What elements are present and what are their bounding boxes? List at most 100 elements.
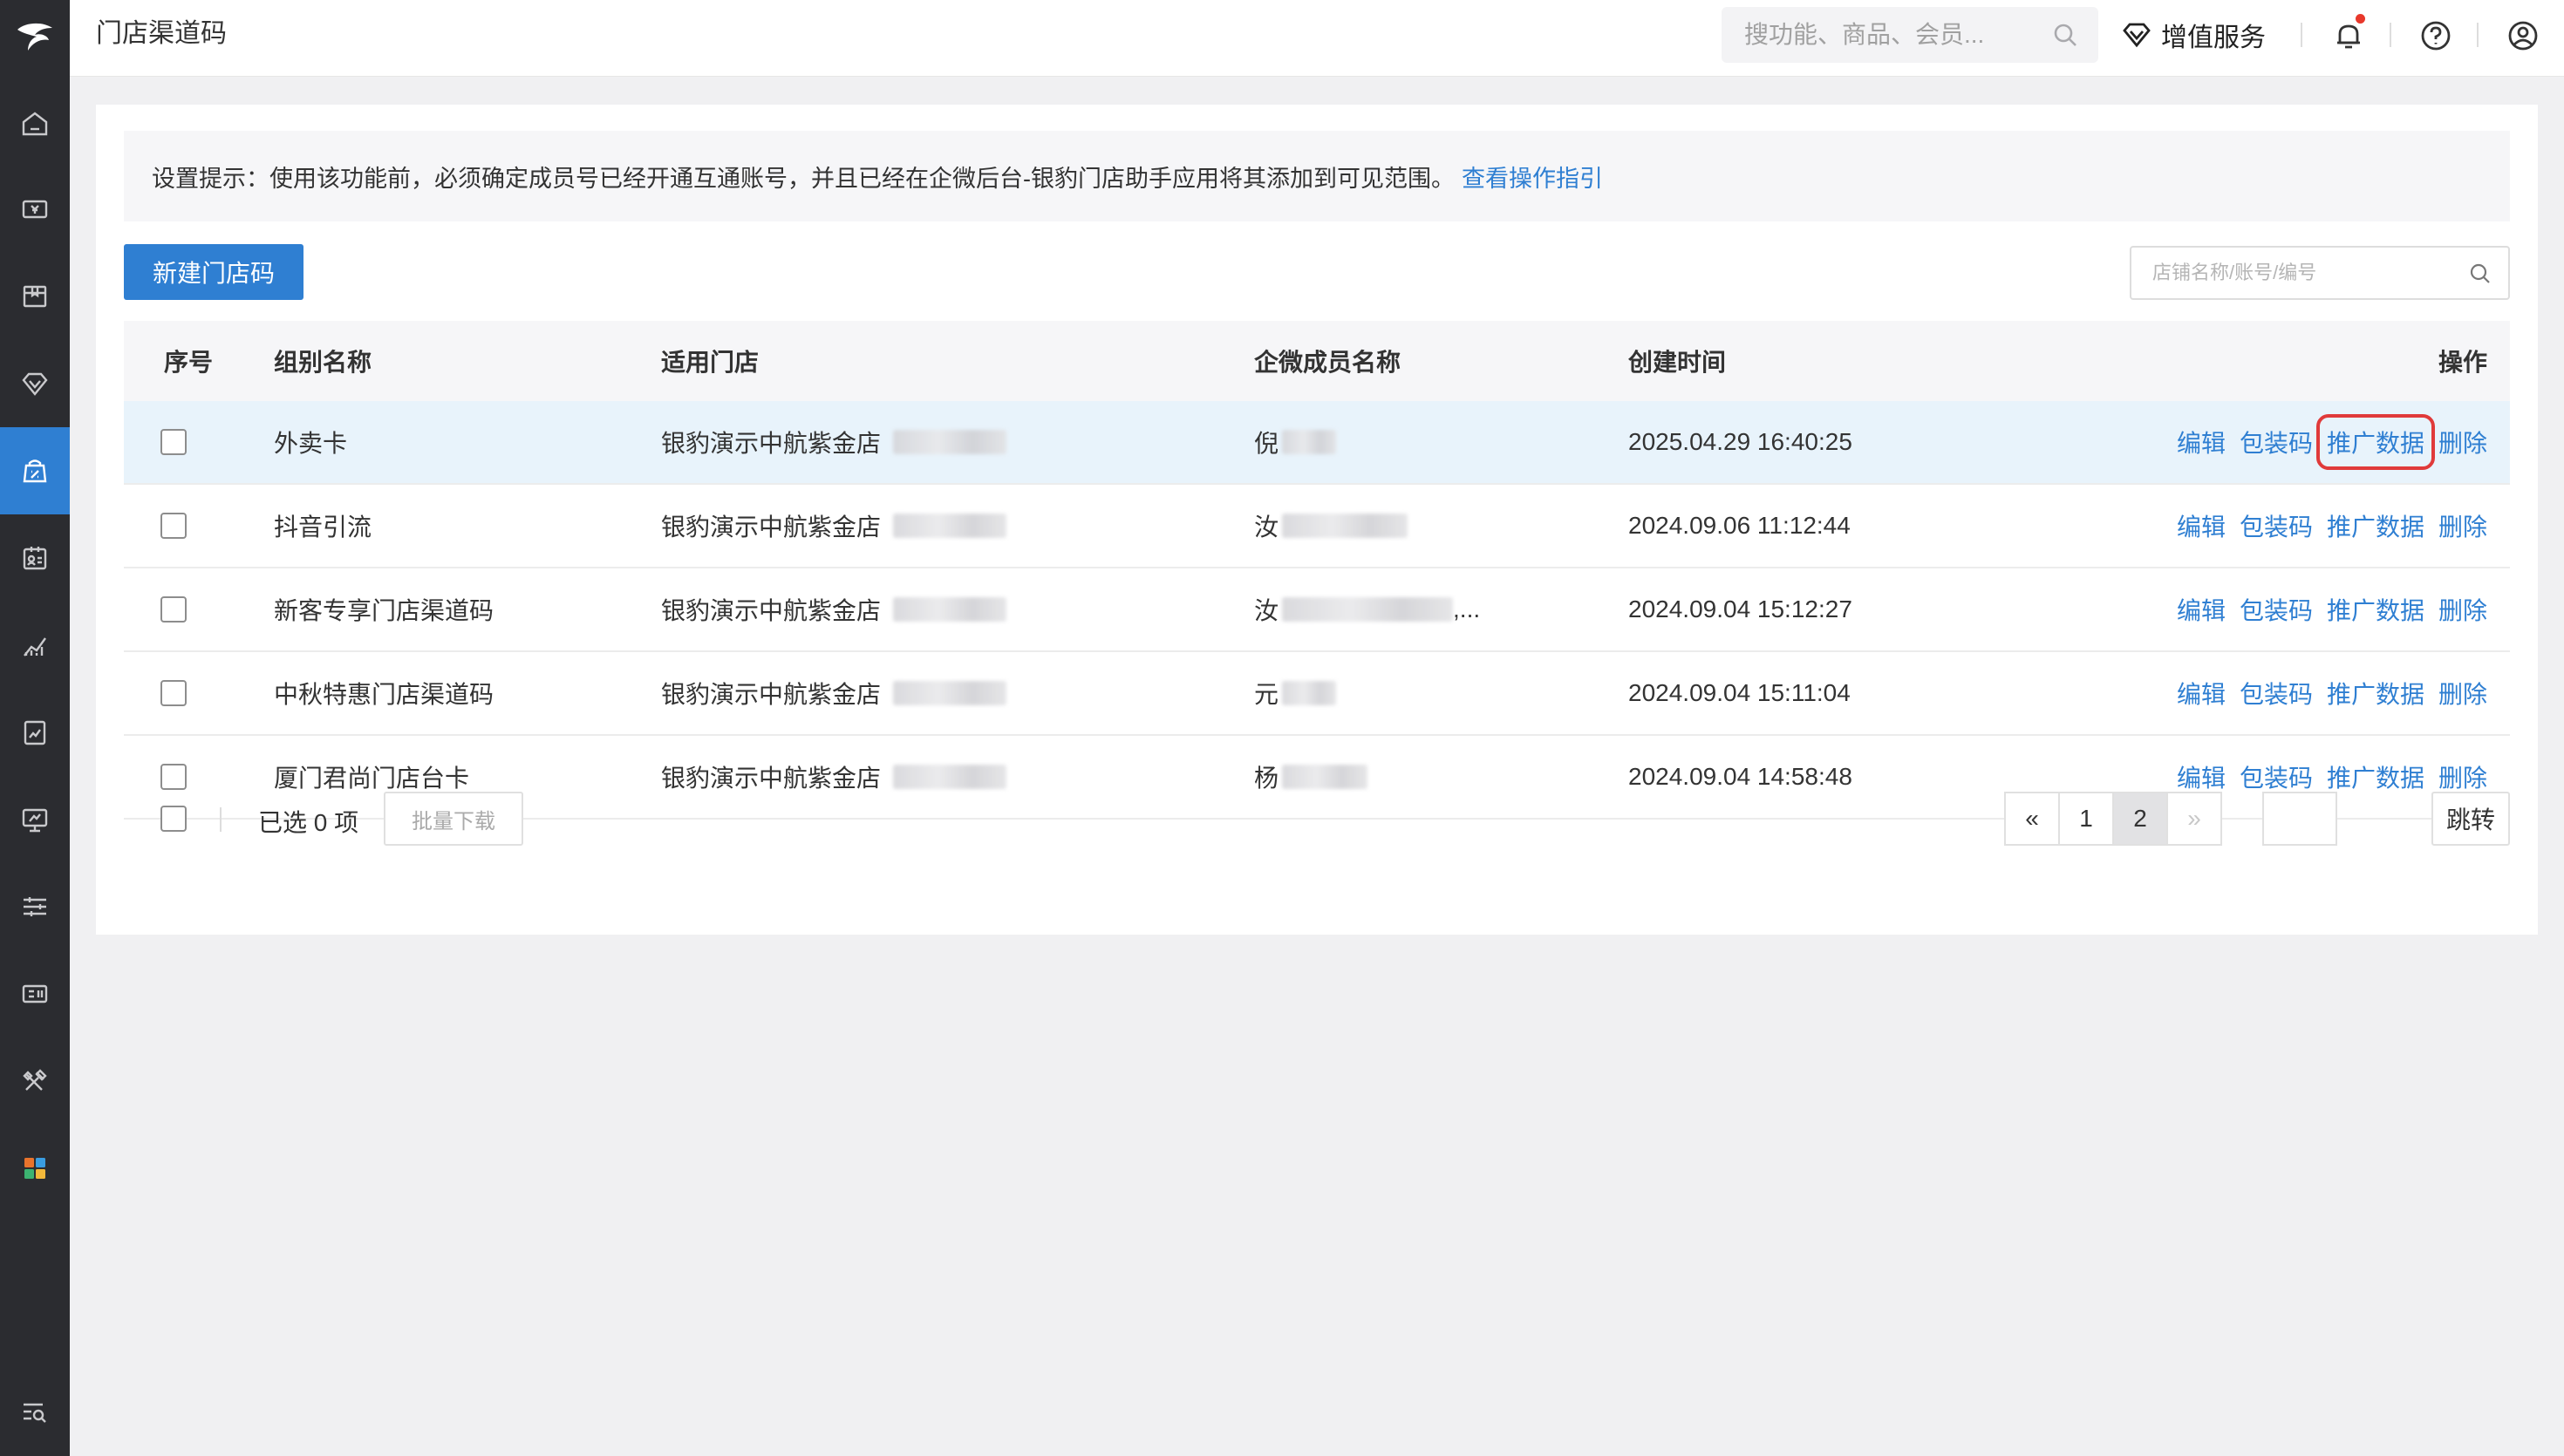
delete-link[interactable]: 删除 xyxy=(2438,592,2487,627)
delete-link[interactable]: 删除 xyxy=(2438,676,2487,711)
batch-download-button[interactable]: 批量下载 xyxy=(384,792,523,846)
header-operations: 操作 xyxy=(2438,349,2487,376)
group-name-cell: 抖音引流 xyxy=(274,514,372,541)
home-icon xyxy=(22,112,48,136)
search-icon[interactable] xyxy=(2468,262,2492,286)
package-code-link[interactable]: 包装码 xyxy=(2240,759,2313,794)
member-cell: 元 xyxy=(1254,652,1337,734)
operations-cell: 编辑 包装码 推广数据 删除 xyxy=(2177,485,2487,567)
created-time-cell: 2024.09.04 14:58:48 xyxy=(1628,763,1852,790)
delete-link[interactable]: 删除 xyxy=(2438,759,2487,794)
store-cell: 银豹演示中航紫金店 xyxy=(661,485,1007,567)
row-checkbox[interactable] xyxy=(160,680,187,706)
edit-link[interactable]: 编辑 xyxy=(2177,508,2226,543)
sidebar-item-settings[interactable] xyxy=(0,863,70,950)
redacted-text xyxy=(1282,430,1337,454)
product-box-icon xyxy=(23,285,47,308)
member-cell: 杨 xyxy=(1254,736,1368,818)
operations-cell: 编辑 包装码 推广数据 删除 xyxy=(2177,401,2487,483)
header-index: 序号 xyxy=(164,349,214,376)
sidebar-item-products[interactable] xyxy=(0,253,70,340)
package-code-link[interactable]: 包装码 xyxy=(2240,592,2313,627)
store-name: 银豹演示中航紫金店 xyxy=(661,681,882,708)
sidebar-item-tools[interactable] xyxy=(0,1038,70,1125)
page-prev-button[interactable]: « xyxy=(2004,792,2060,846)
table-row: 新客专享门店渠道码 银豹演示中航紫金店 汝 ,... 2024.09.04 15… xyxy=(124,568,2510,652)
row-checkbox[interactable] xyxy=(160,596,187,623)
member-cell: 倪 xyxy=(1254,401,1337,483)
member-name: 倪 xyxy=(1254,430,1279,457)
row-checkbox[interactable] xyxy=(160,513,187,539)
store-cell: 银豹演示中航紫金店 xyxy=(661,652,1007,734)
edit-link[interactable]: 编辑 xyxy=(2177,592,2226,627)
sidebar-item-members[interactable] xyxy=(0,340,70,427)
sidebar-item-devices[interactable] xyxy=(0,950,70,1038)
package-code-link[interactable]: 包装码 xyxy=(2240,425,2313,459)
help-button[interactable] xyxy=(2416,16,2456,56)
user-account-button[interactable] xyxy=(2503,16,2543,56)
sidebar-item-cashier[interactable] xyxy=(0,166,70,253)
device-icon xyxy=(22,984,48,1004)
sidebar-item-marketing[interactable] xyxy=(0,427,70,514)
page-next-button[interactable]: » xyxy=(2166,792,2222,846)
notifications-button[interactable] xyxy=(2329,14,2369,56)
promotion-data-link[interactable]: 推广数据 xyxy=(2327,592,2424,627)
apps-grid-icon xyxy=(24,1158,45,1179)
store-name: 银豹演示中航紫金店 xyxy=(661,597,882,624)
header-store: 适用门店 xyxy=(661,349,760,376)
table-row: 抖音引流 银豹演示中航紫金店 汝 2024.09.06 11:12:44 编辑 … xyxy=(124,485,2510,568)
top-bar: 门店渠道码 增值服务 xyxy=(70,0,2564,77)
sidebar-item-home[interactable] xyxy=(0,80,70,167)
global-search-input[interactable] xyxy=(1722,7,2053,63)
row-checkbox[interactable] xyxy=(160,764,187,790)
member-name: 汝 xyxy=(1254,514,1279,541)
store-filter-input[interactable] xyxy=(2131,248,2463,298)
bell-icon xyxy=(2337,24,2360,49)
edit-link[interactable]: 编辑 xyxy=(2177,425,2226,459)
promotion-data-link[interactable]: 推广数据 xyxy=(2327,676,2424,711)
promotion-data-link[interactable]: 推广数据 xyxy=(2315,414,2435,470)
page-jump-input[interactable] xyxy=(2262,792,2337,846)
promotion-data-link[interactable]: 推广数据 xyxy=(2327,508,2424,543)
redacted-text xyxy=(1282,765,1368,789)
header-member: 企微成员名称 xyxy=(1254,349,1401,376)
redacted-text xyxy=(893,597,1007,622)
sidebar-item-reports[interactable] xyxy=(0,689,70,776)
sidebar-item-monitor[interactable] xyxy=(0,776,70,863)
row-checkbox[interactable] xyxy=(160,429,187,455)
edit-link[interactable]: 编辑 xyxy=(2177,759,2226,794)
page-2-button[interactable]: 2 xyxy=(2112,792,2168,846)
notification-dot xyxy=(2356,14,2365,24)
package-code-link[interactable]: 包装码 xyxy=(2240,676,2313,711)
edit-link[interactable]: 编辑 xyxy=(2177,676,2226,711)
new-store-code-button[interactable]: 新建门店码 xyxy=(124,244,303,300)
delete-link[interactable]: 删除 xyxy=(2438,508,2487,543)
sidebar-item-menu-search[interactable] xyxy=(0,1369,70,1456)
package-code-link[interactable]: 包装码 xyxy=(2240,508,2313,543)
operation-guide-link[interactable]: 查看操作指引 xyxy=(1462,160,1603,194)
created-time-cell: 2024.09.04 15:11:04 xyxy=(1628,679,1851,706)
member-diamond-icon xyxy=(22,372,48,396)
sidebar-item-apps[interactable] xyxy=(0,1125,70,1212)
table-footer: 已选 0 项 批量下载 « 1 2 » 跳转 xyxy=(124,792,2510,846)
promotion-data-link[interactable]: 推广数据 xyxy=(2327,759,2424,794)
page-jump-button[interactable]: 跳转 xyxy=(2431,792,2510,846)
report-icon xyxy=(24,720,46,745)
search-menu-icon xyxy=(24,1403,46,1423)
delete-link[interactable]: 删除 xyxy=(2438,425,2487,459)
group-name-cell: 外卖卡 xyxy=(274,430,348,457)
sidebar-item-analytics[interactable] xyxy=(0,602,70,689)
page-1-button[interactable]: 1 xyxy=(2058,792,2114,846)
member-name: 汝 xyxy=(1254,597,1279,624)
redacted-text xyxy=(893,681,1007,705)
redacted-text xyxy=(893,765,1007,789)
group-name-cell: 新客专享门店渠道码 xyxy=(274,597,494,624)
header-created-time: 创建时间 xyxy=(1628,349,1727,376)
value-added-services-button[interactable]: 增值服务 xyxy=(2121,12,2266,58)
select-all-checkbox[interactable] xyxy=(160,806,187,832)
diamond-icon xyxy=(2123,23,2151,48)
app-logo[interactable] xyxy=(0,0,70,77)
search-icon[interactable] xyxy=(2051,21,2079,49)
sidebar-item-employees[interactable] xyxy=(0,514,70,602)
cashier-icon xyxy=(22,200,48,219)
